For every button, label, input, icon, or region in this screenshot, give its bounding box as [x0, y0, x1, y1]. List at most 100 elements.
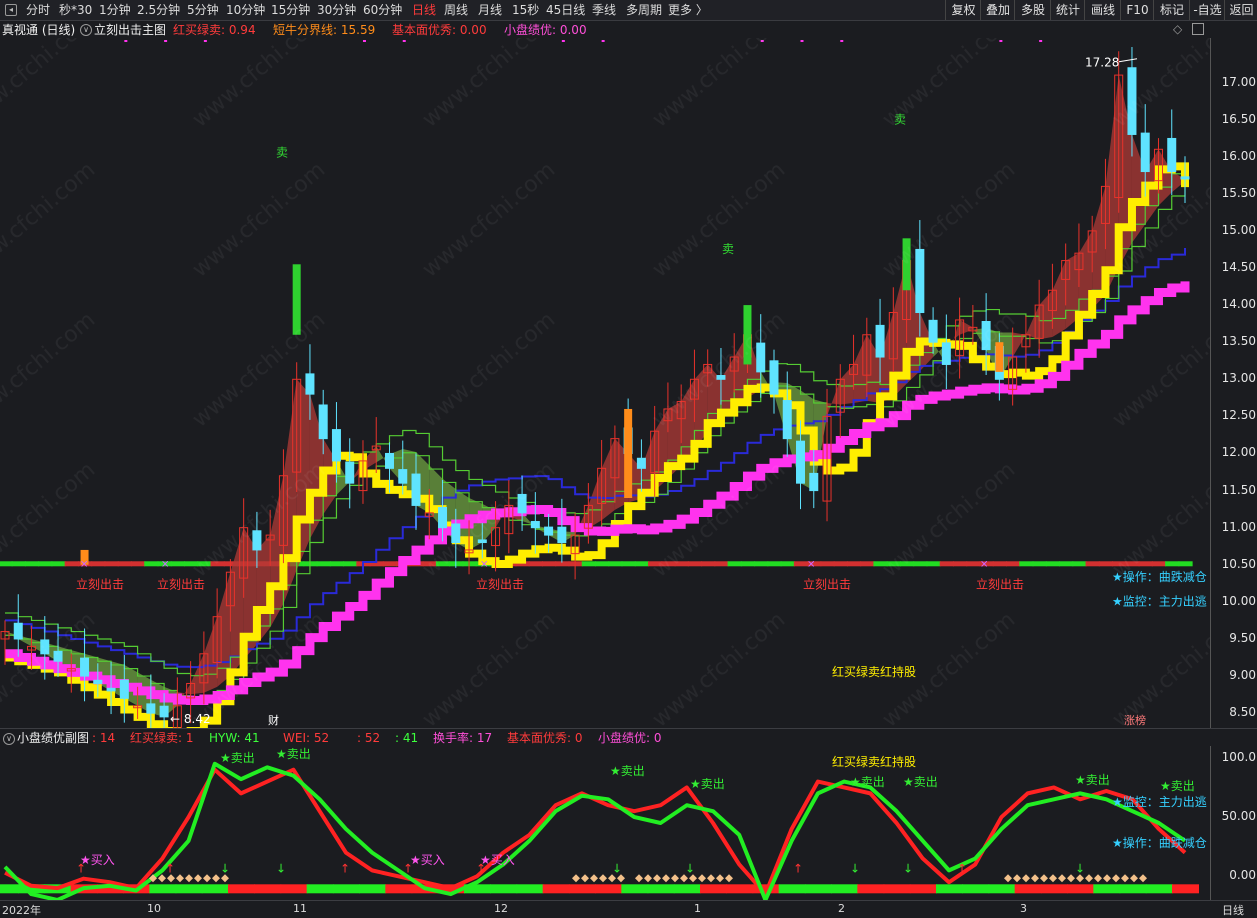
signal-strip-segment: [1045, 561, 1061, 567]
candle-body: [928, 319, 938, 343]
window-icon[interactable]: [1192, 23, 1204, 35]
signal-arrow-icon: ↓: [850, 861, 860, 875]
signal-strip-segment: [91, 561, 106, 567]
period-tab-10[interactable]: 周线: [444, 0, 468, 20]
signal-arrow-icon: ↓: [220, 861, 230, 875]
sub-signal-segment: [1119, 884, 1147, 894]
sub-indicator-name[interactable]: 小盘绩优副图: [17, 730, 89, 746]
main-indicator-name[interactable]: 立刻出击主图: [94, 22, 166, 38]
diamond-icon[interactable]: ◇: [1173, 22, 1182, 36]
period-tab-15[interactable]: 多周期: [626, 0, 662, 20]
period-tab-8[interactable]: 60分钟: [363, 0, 402, 20]
field-value: 52: [361, 731, 381, 745]
trend-band-segment: [1052, 260, 1066, 337]
attack-signal-label: 立刻出击: [157, 577, 205, 592]
field-label: WEI:: [283, 731, 311, 745]
watermark: www.cfchi.com: [418, 607, 560, 728]
yellow-support-line: [5, 162, 1189, 728]
panel-divider[interactable]: [0, 728, 1257, 729]
candle-body: [398, 469, 408, 484]
toolbar-button-6[interactable]: 标记: [1153, 0, 1190, 20]
sub-signal-segment: [621, 884, 649, 894]
toolbar-button-1[interactable]: 叠加: [980, 0, 1015, 20]
candle-body: [80, 657, 90, 677]
sub-oscillator-chart[interactable]: ★卖出 ★卖出★卖出★卖出 ★卖出 ★卖出 ★卖出 ★卖出★买入 ★买入 ★买入★监控：主力出…: [0, 746, 1210, 900]
cross-marker-icon: ✕: [161, 559, 169, 570]
price-tick-label: 9.00: [1229, 668, 1256, 683]
period-tab-5[interactable]: 10分钟: [226, 0, 265, 20]
signal-arrow-icon: ↓: [685, 861, 695, 875]
toolbar-button-3[interactable]: 统计: [1050, 0, 1085, 20]
sub-signal-segment: [568, 884, 596, 894]
sub-signal-segment: [228, 884, 255, 894]
signal-strip-segment: [144, 561, 159, 567]
signal-arrow-icon: ↑: [476, 861, 486, 875]
sub-signal-segment: [700, 884, 727, 894]
price-tick-label: 15.50: [1221, 185, 1256, 200]
signal-candle: [624, 408, 633, 498]
signal-strip-segment: [1032, 561, 1047, 567]
toolbar-button-4[interactable]: 画线: [1084, 0, 1121, 20]
sub-signal-segment: [1172, 884, 1199, 894]
toolbar-button-0[interactable]: 复权: [945, 0, 981, 20]
diamond-marker: [716, 874, 724, 883]
period-tab-7[interactable]: 30分钟: [317, 0, 356, 20]
sub-monitor-hint: ★监控：主力出逃: [1112, 795, 1207, 809]
field-value: 0.00: [556, 23, 587, 37]
toolbar-button-5[interactable]: F10: [1120, 0, 1154, 20]
period-tab-13[interactable]: 45日线: [546, 0, 585, 20]
signal-dot: [840, 40, 844, 42]
toolbar-button-7[interactable]: -自选: [1189, 0, 1225, 20]
candle-body: [318, 404, 328, 440]
signal-strip-segment: [992, 561, 1008, 567]
date-tick-label: 11: [293, 902, 307, 915]
period-tab-0[interactable]: 分时: [26, 0, 50, 20]
watermark: www.cfchi.com: [648, 38, 790, 133]
period-tab-9[interactable]: 日线: [412, 0, 436, 20]
diamond-marker: [167, 874, 175, 883]
diamond-marker: [221, 874, 229, 883]
period-tab-16[interactable]: 更多 〉: [668, 0, 708, 20]
sub-signal-segment: [857, 884, 885, 894]
collapse-icon[interactable]: ∨: [3, 733, 15, 745]
signal-strip-segment: [687, 561, 703, 567]
indicator-field: HYW: 41: [209, 730, 260, 746]
green-ladder-line: [5, 162, 1186, 677]
indicator-field: 换手率: 17: [433, 730, 492, 746]
signal-strip-segment: [966, 561, 981, 567]
back-icon[interactable]: ◂: [5, 4, 17, 16]
collapse-icon[interactable]: ∨: [80, 24, 92, 36]
cross-marker-icon: ✕: [80, 559, 88, 570]
toolbar-button-2[interactable]: 多股: [1014, 0, 1051, 20]
price-tick-label: 12.50: [1221, 408, 1256, 423]
period-tab-12[interactable]: 15秒: [512, 0, 539, 20]
field-value: 0: [650, 731, 662, 745]
period-tab-14[interactable]: 季线: [592, 0, 616, 20]
period-tab-4[interactable]: 5分钟: [187, 0, 219, 20]
period-tab-2[interactable]: 1分钟: [99, 0, 131, 20]
period-tab-3[interactable]: 2.5分钟: [137, 0, 180, 20]
period-tab-6[interactable]: 15分钟: [271, 0, 310, 20]
period-tab-11[interactable]: 月线: [478, 0, 502, 20]
sub-signal-segment: [804, 884, 832, 894]
diamond-marker: [1094, 874, 1102, 883]
diamond-marker: [1049, 874, 1057, 883]
sell-marker: ★卖出: [610, 764, 645, 778]
signal-strip-segment: [926, 561, 941, 567]
sub-signal-segment: [962, 884, 990, 894]
sub-operation-hint: ★操作：曲跌减仓: [1112, 835, 1207, 850]
watermark: www.cfchi.com: [418, 157, 560, 282]
watermark: www.cfchi.com: [188, 157, 330, 282]
main-candlestick-chart[interactable]: 17.28← 8.42卖卖卖立刻出击✕立刻出击✕立刻出击✕立刻出击✕立刻出击✕财…: [0, 38, 1210, 728]
diamond-marker: [203, 874, 211, 883]
field-value: 1: [182, 731, 194, 745]
toolbar-button-8[interactable]: 返回: [1224, 0, 1257, 20]
diamond-marker: [617, 874, 625, 883]
sub-signal-segment: [175, 884, 203, 894]
diamond-marker: [581, 874, 589, 883]
signal-candle: [995, 342, 1004, 372]
indicator-field: : 14: [92, 730, 115, 746]
diamond-marker: [1031, 874, 1039, 883]
price-tick-label: 11.00: [1221, 519, 1256, 534]
period-tab-1[interactable]: 秒*30: [59, 0, 92, 20]
